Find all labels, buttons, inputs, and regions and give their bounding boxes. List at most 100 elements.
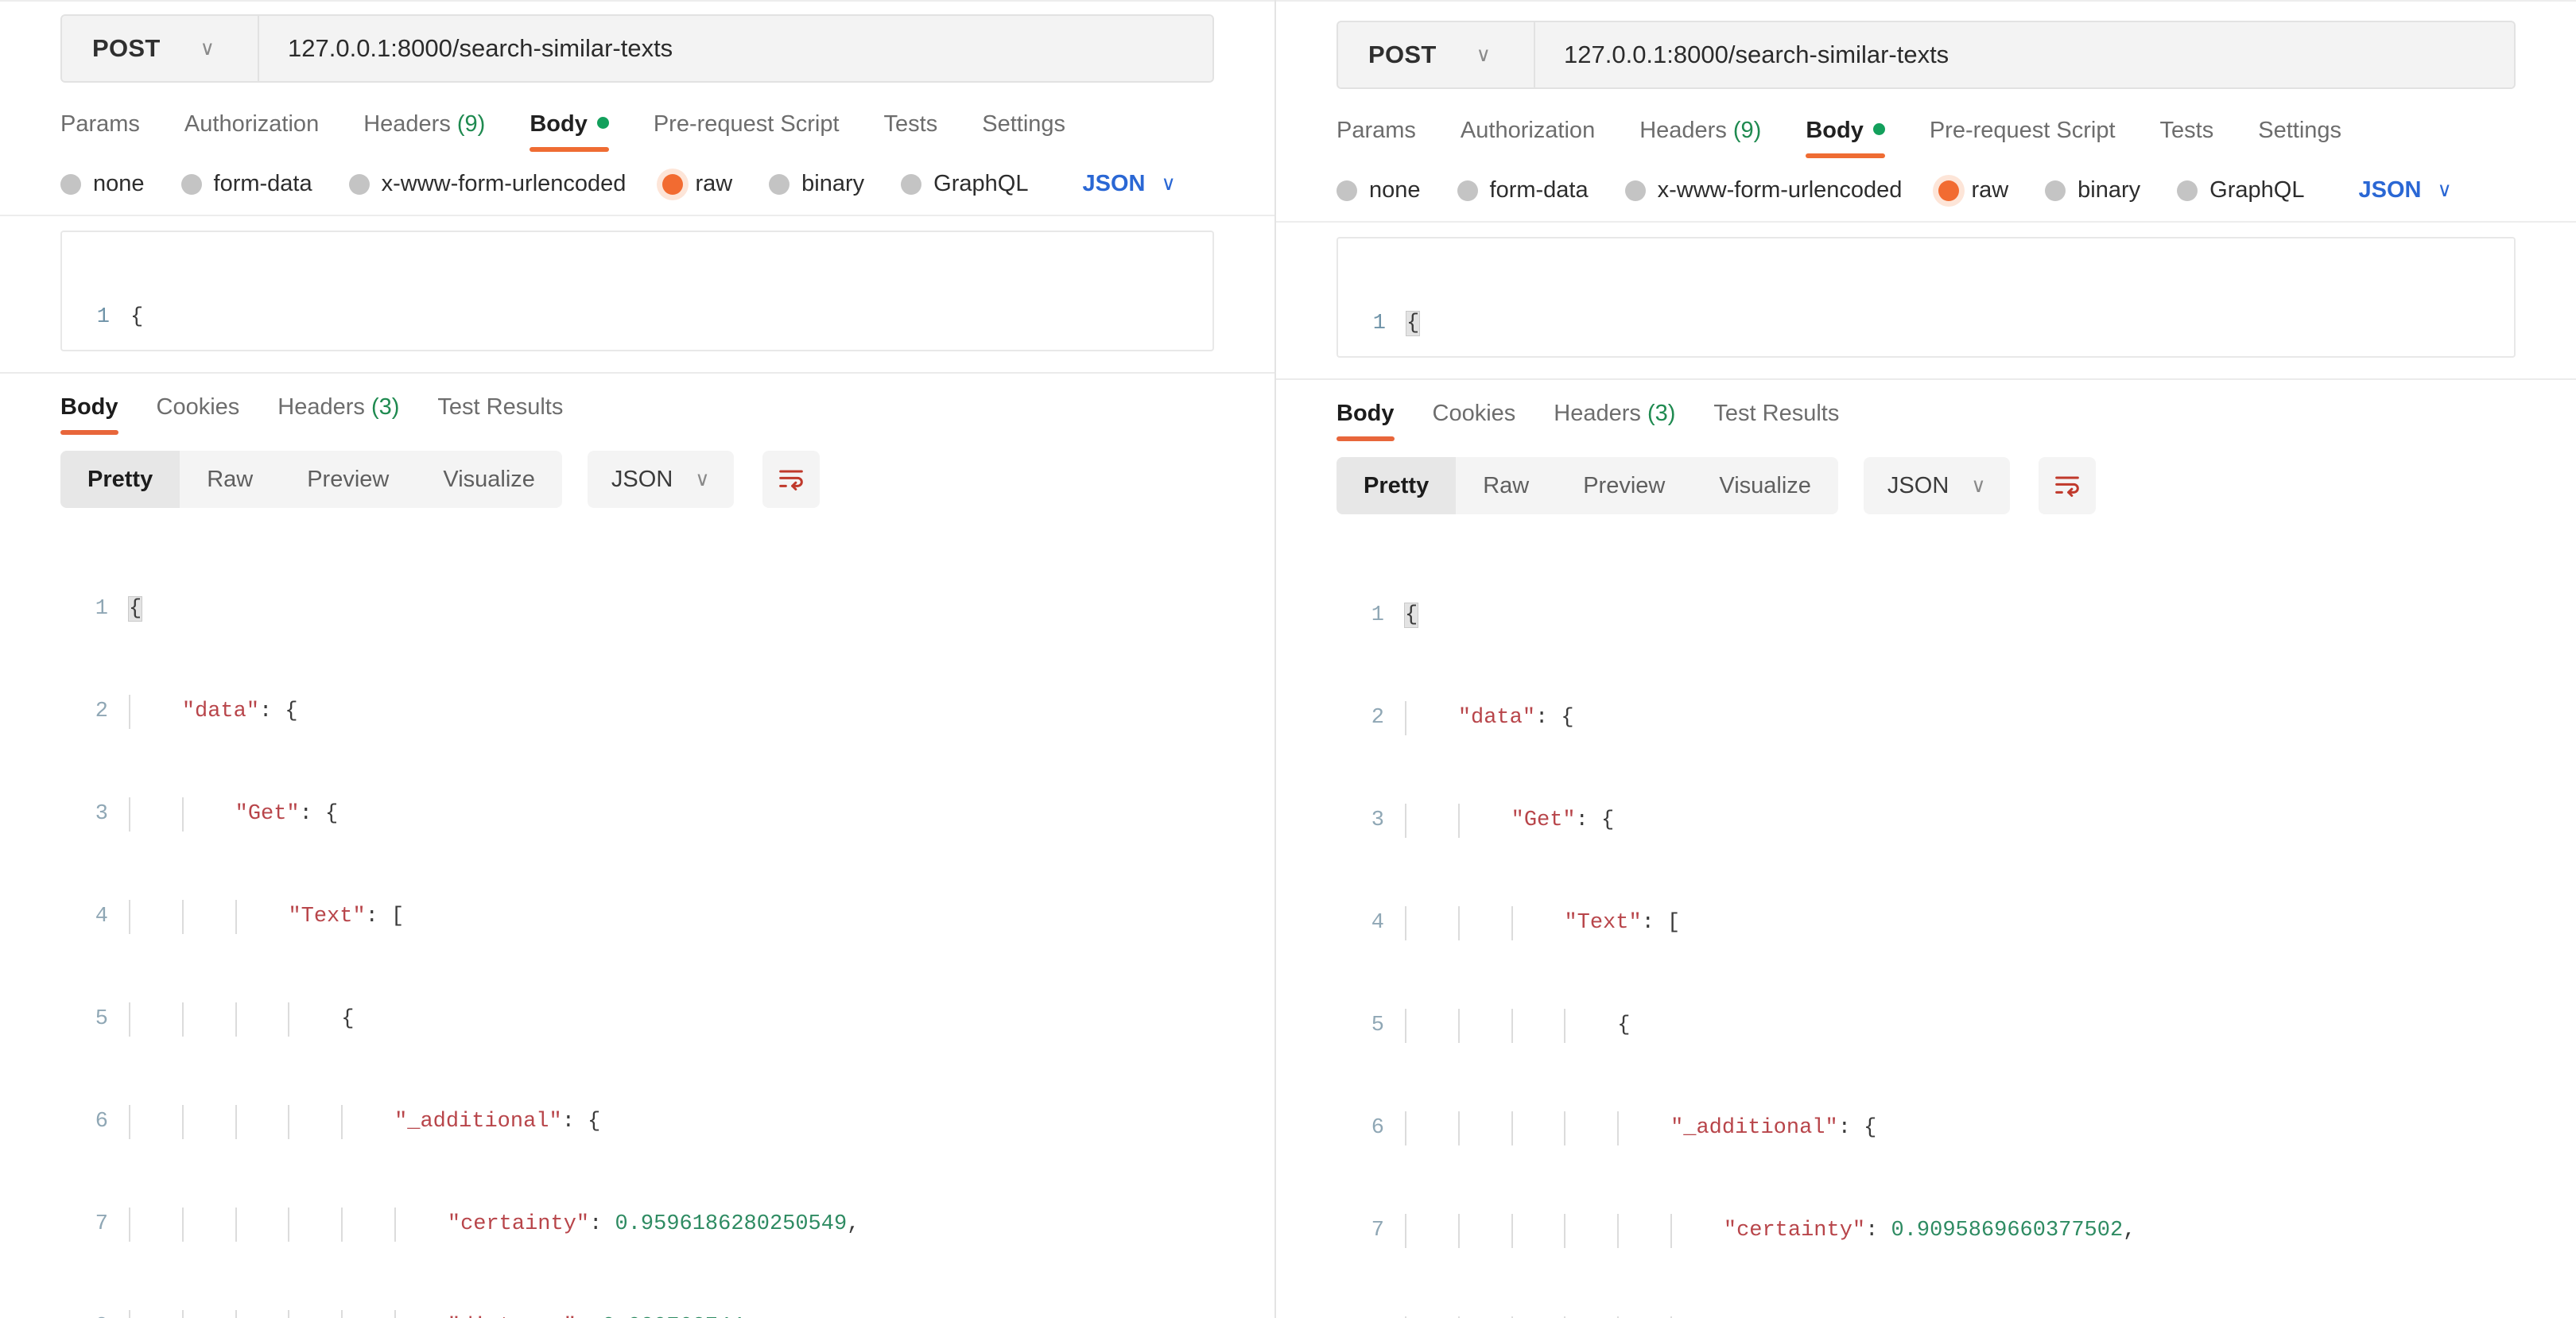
active-tab-underline [1336,436,1395,441]
body-type-graphql[interactable]: GraphQL [2177,177,2304,204]
response-tab-cookies[interactable]: Cookies [157,391,240,436]
json-key-additional: "_additional" [394,1110,562,1134]
radio-label: form-data [214,171,312,197]
body-type-form-data[interactable]: form-data [1457,177,1589,204]
body-type-binary[interactable]: binary [769,171,864,197]
headers-count: (3) [371,394,399,420]
tab-params[interactable]: Params [1336,111,1441,161]
code-line-text: { [1405,599,1418,633]
certainty-value: 0.9095869660377502 [1891,1219,2124,1242]
response-body-right[interactable]: 1{ 2 "data": { 3 "Get": { 4 "Text": [ 5 … [1276,530,2576,1318]
body-type-raw[interactable]: raw [1938,177,2008,204]
body-type-x-www-form-urlencoded[interactable]: x-www-form-urlencoded [349,171,627,197]
body-type-none[interactable]: none [60,171,145,197]
body-format-label: JSON [1082,171,1145,197]
view-mode-preview[interactable]: Preview [1556,457,1692,514]
body-format-selector[interactable]: JSON ∨ [2358,177,2451,204]
url-bar: POST ∨ 127.0.0.1:8000/search-similar-tex… [60,14,1214,83]
view-mode-visualize[interactable]: Visualize [1692,457,1838,514]
radio-icon [60,174,81,195]
code-line-text: { [1406,307,1419,341]
request-tabs-right: Params Authorization Headers (9) Body Pr… [1276,89,2576,161]
tab-tests[interactable]: Tests [884,105,964,155]
radio-label: raw [695,171,732,197]
line-number: 6 [1336,1111,1405,1145]
chevron-down-icon: ∨ [695,470,709,490]
url-input[interactable]: 127.0.0.1:8000/search-similar-texts [259,16,1212,81]
url-input[interactable]: 127.0.0.1:8000/search-similar-texts [1535,22,2514,87]
tab-label: Body [60,394,118,420]
tab-pre-request-script[interactable]: Pre-request Script [1930,111,2141,161]
response-tab-headers[interactable]: Headers (3) [1554,397,1675,443]
radio-selected-icon [1938,180,1959,201]
tab-label: Headers [1554,401,1641,426]
tab-authorization[interactable]: Authorization [1461,111,1620,161]
view-mode-raw[interactable]: Raw [1456,457,1556,514]
line-number: 2 [1336,701,1405,735]
code-line-text: { [130,300,143,335]
response-tab-headers[interactable]: Headers (3) [277,391,399,436]
radio-label: raw [1971,177,2008,204]
wrap-lines-button[interactable] [2039,457,2096,514]
response-format-selector[interactable]: JSON ∨ [588,451,734,508]
view-mode-preview[interactable]: Preview [280,451,416,508]
body-type-x-www-form-urlencoded[interactable]: x-www-form-urlencoded [1625,177,1903,204]
body-format-selector[interactable]: JSON ∨ [1082,171,1175,197]
body-format-label: JSON [2358,177,2421,204]
body-type-binary[interactable]: binary [2045,177,2140,204]
json-key-distance: "distance" [448,1315,576,1318]
wrap-lines-button[interactable] [762,451,820,508]
active-tab-underline [1806,153,1885,158]
response-tabs-left: Body Cookies Headers (3) Test Results [0,374,1274,436]
view-mode-visualize[interactable]: Visualize [416,451,562,508]
body-type-graphql[interactable]: GraphQL [901,171,1028,197]
code-line-text: "Get": { [129,797,338,832]
line-number: 3 [60,797,129,832]
tab-label: Settings [2258,118,2341,143]
body-type-none[interactable]: none [1336,177,1421,204]
view-mode-pretty[interactable]: Pretty [60,451,180,508]
wrap-lines-icon [2051,470,2083,502]
request-tabs-left: Params Authorization Headers (9) Body Pr… [0,83,1274,155]
body-type-raw[interactable]: raw [662,171,732,197]
response-format-selector[interactable]: JSON ∨ [1864,457,2010,514]
tab-headers[interactable]: Headers (9) [1639,111,1787,161]
tab-headers[interactable]: Headers (9) [363,105,510,155]
response-tab-test-results[interactable]: Test Results [1713,397,1839,443]
request-body-editor-right[interactable]: 1{ 2····"content": "太阳下山了" 3} [1336,237,2516,358]
postman-dual-panel-screen: POST ∨ 127.0.0.1:8000/search-similar-tex… [0,0,2576,1318]
response-tab-body[interactable]: Body [1336,397,1395,443]
response-toolbar-left: Pretty Raw Preview Visualize JSON ∨ [0,436,1274,508]
tab-label: Body [530,111,588,137]
line-number: 1 [62,300,130,335]
body-modified-dot-icon [597,117,609,129]
code-line-text: "Text": [ [1405,906,1680,940]
url-row-right: POST ∨ 127.0.0.1:8000/search-similar-tex… [1276,2,2576,89]
response-tab-cookies[interactable]: Cookies [1433,397,1516,443]
tab-tests[interactable]: Tests [2160,111,2240,161]
tab-label: Test Results [437,394,563,420]
response-body-left[interactable]: 1{ 2 "data": { 3 "Get": { 4 "Text": [ 5 … [0,524,1274,1318]
tab-authorization[interactable]: Authorization [184,105,344,155]
response-view-mode-group: Pretty Raw Preview Visualize [1336,457,1838,514]
body-type-form-data[interactable]: form-data [181,171,312,197]
tab-settings[interactable]: Settings [2258,111,2367,161]
panel-left: POST ∨ 127.0.0.1:8000/search-similar-tex… [0,0,1276,1318]
tab-body[interactable]: Body [530,105,634,155]
code-line-text: "Text": [ [129,900,404,934]
method-selector[interactable]: POST ∨ [1338,22,1535,87]
chevron-down-icon: ∨ [2437,180,2451,200]
view-mode-pretty[interactable]: Pretty [1336,457,1456,514]
tab-settings[interactable]: Settings [982,105,1091,155]
response-tab-body[interactable]: Body [60,391,118,436]
response-format-label: JSON [611,467,673,493]
tab-params[interactable]: Params [60,105,165,155]
method-selector[interactable]: POST ∨ [62,16,259,81]
request-body-editor-left[interactable]: 1{ 2····"content": "清晨" 3} [60,231,1214,351]
view-mode-raw[interactable]: Raw [180,451,280,508]
panel-right: POST ∨ 127.0.0.1:8000/search-similar-tex… [1276,0,2576,1318]
code-line-text: "certainty": 0.9596186280250549, [129,1208,859,1242]
response-tab-test-results[interactable]: Test Results [437,391,563,436]
tab-pre-request-script[interactable]: Pre-request Script [654,105,865,155]
tab-body[interactable]: Body [1806,111,1911,161]
